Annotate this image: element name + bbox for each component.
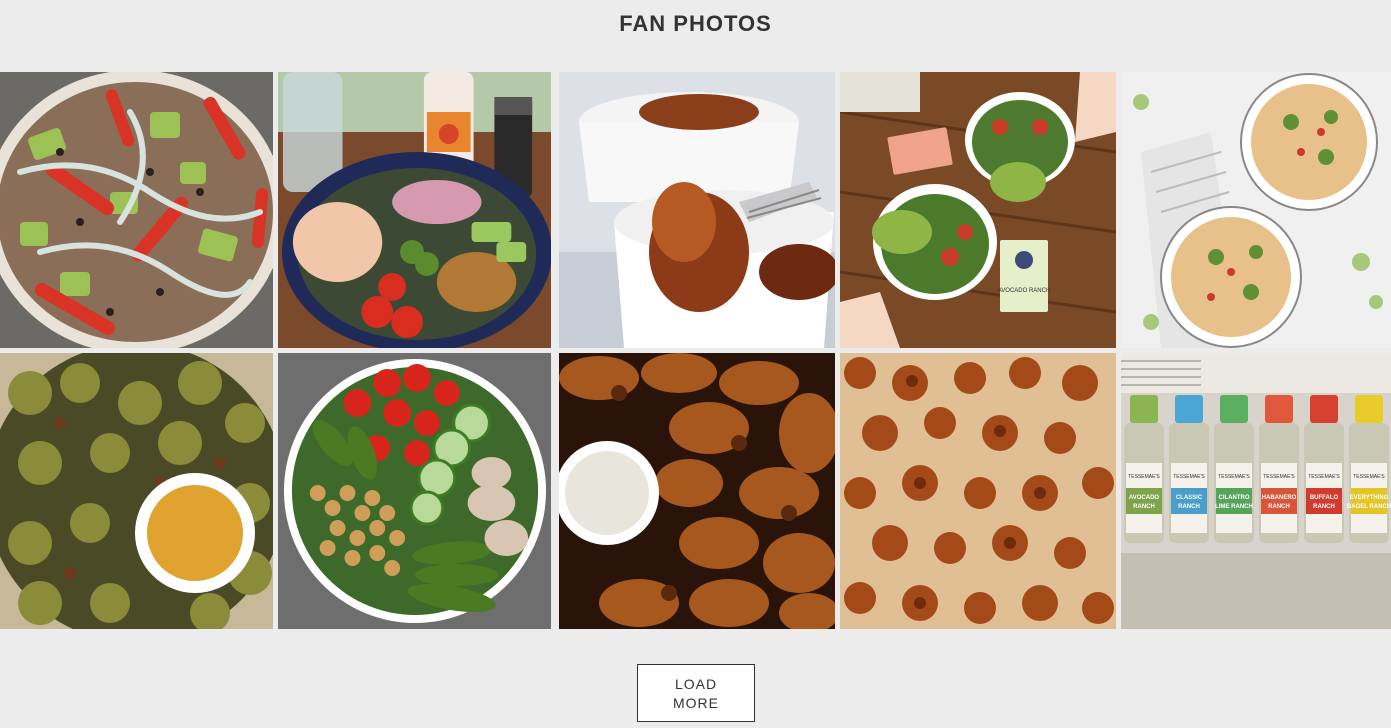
bottle-flavor-text: BAGEL RANCH (1347, 504, 1391, 510)
photo-tile[interactable] (278, 353, 551, 629)
photo-dressing-bottles: TESSEMAE'S AVOCADO RANCH TESSEMAE'S CLASSIC R… (1121, 353, 1391, 629)
section-title: FAN PHOTOS (619, 11, 772, 36)
photo-chicken-plates (1121, 72, 1391, 348)
bottle-flavor-text: CILANTRO (1219, 495, 1250, 501)
bottle-cap (1355, 395, 1383, 423)
bottle-brand: TESSEMAE'S (1128, 474, 1160, 480)
photo-tile[interactable] (840, 353, 1116, 629)
bottle-label-band (1171, 488, 1207, 514)
dressing-bottle: TESSEMAE'S AVOCADO RANCH (1124, 395, 1164, 543)
bottle-brand: TESSEMAE'S (1308, 474, 1340, 480)
photo-grilled-wings (559, 353, 835, 629)
bottle-flavor-text: RANCH (1178, 504, 1200, 510)
bottle-flavor-text: RANCH (1313, 504, 1335, 510)
bottle-label-band (1306, 488, 1342, 514)
bottle-brand: TESSEMAE'S (1173, 474, 1205, 480)
packet-label: AVOCADO RANCH (998, 288, 1051, 294)
bottle-brand: TESSEMAE'S (1353, 474, 1385, 480)
photo-tile[interactable]: TESSEMAE'S AVOCADO RANCH TESSEMAE'S CLASSIC R… (1121, 353, 1391, 629)
photo-tile[interactable] (559, 72, 835, 348)
bottle-cap (1265, 395, 1293, 423)
load-more-button[interactable]: LOAD MORE (637, 664, 755, 722)
bottle-flavor-text: AVOCADO (1129, 495, 1160, 501)
bottle-cap (1130, 395, 1158, 423)
photo-chickpea-bowl (278, 353, 551, 629)
bottle-cap (1175, 395, 1203, 423)
photo-tile[interactable] (0, 353, 273, 629)
bottle-label-band (1126, 488, 1162, 514)
dressing-bottle: TESSEMAE'S CLASSIC RANCH (1169, 395, 1209, 543)
photo-buffalo-cauliflower (840, 353, 1116, 629)
photo-tile[interactable] (0, 72, 273, 348)
bottle-flavor-text: RANCH (1133, 504, 1155, 510)
dressing-bottle: TESSEMAE'S HABANERO RANCH (1259, 395, 1299, 543)
photo-glazed-wings (559, 72, 835, 348)
load-more-line2: MORE (673, 695, 719, 711)
bottle-label-band (1216, 488, 1252, 514)
bottle-flavor-text: LIME RANCH (1215, 504, 1253, 510)
bottle-brand: TESSEMAE'S (1218, 474, 1250, 480)
photo-tile[interactable] (278, 72, 551, 348)
photo-shrimp-bowl (278, 72, 551, 348)
bottle-flavor-text: EVERYTHING (1350, 495, 1389, 501)
bottle-flavor-text: CLASSIC (1176, 495, 1203, 501)
bottle-cap (1220, 395, 1248, 423)
bottle-label-band (1261, 488, 1297, 514)
bottle-flavor-text: RANCH (1268, 504, 1290, 510)
photo-tile[interactable] (1121, 72, 1391, 348)
photo-taco-salad (0, 72, 273, 348)
dressing-bottle: TESSEMAE'S CILANTRO LIME RANCH (1214, 395, 1254, 543)
photo-tile[interactable]: AVOCADO RANCH (840, 72, 1116, 348)
bottle-flavor-text: HABANERO (1262, 495, 1297, 501)
load-more-line1: LOAD (674, 676, 718, 692)
dressing-bottle: TESSEMAE'S BUFFALO RANCH (1304, 395, 1344, 543)
photo-tile[interactable] (559, 353, 835, 629)
bottle-brand: TESSEMAE'S (1263, 474, 1295, 480)
photo-two-salads: AVOCADO RANCH (840, 72, 1116, 348)
photo-brussels-sprouts (0, 353, 273, 629)
bottle-cap (1310, 395, 1338, 423)
bottle-label-band (1351, 488, 1387, 514)
photo-grid: AVOCADO RANCH TESSEMAE'S AVOCADO RANCH T… (0, 72, 1391, 629)
bottle-flavor-text: BUFFALO (1310, 495, 1339, 501)
